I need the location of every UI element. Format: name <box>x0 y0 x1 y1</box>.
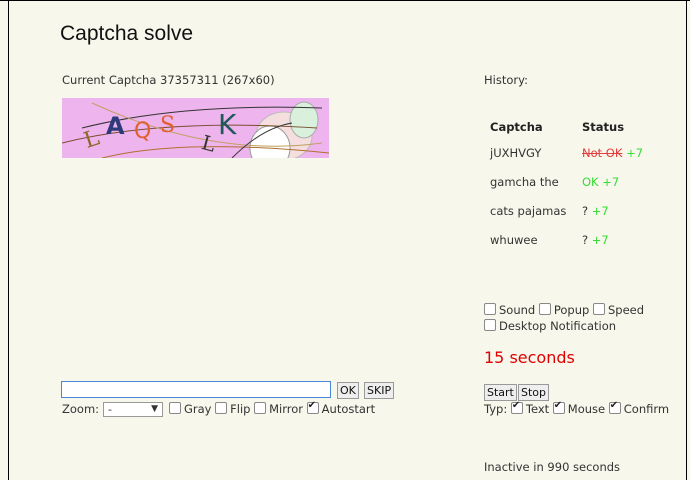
sound-label: Sound <box>499 303 536 317</box>
history-captcha: gamcha the <box>490 174 559 189</box>
speed-label: Speed <box>607 303 645 317</box>
history-status: ? +7 <box>582 232 609 247</box>
table-row: gamcha the OK +7 <box>484 167 643 196</box>
table-row: whuwee ? +7 <box>484 225 643 254</box>
history-table: Captcha Status jUXHVGY Not OK +7 gamcha … <box>484 116 643 254</box>
flip-label: Flip <box>230 402 251 416</box>
history-label: History: <box>484 73 528 87</box>
table-row: jUXHVGY Not OK +7 <box>484 138 643 167</box>
desktop-notification-label: Desktop Notification <box>499 319 617 333</box>
table-row: cats pajamas ? +7 <box>484 196 643 225</box>
svg-text:S: S <box>160 113 175 138</box>
history-captcha: whuwee <box>490 232 538 247</box>
notification-options: Sound Popup Speed <box>484 303 644 317</box>
inactive-status: Inactive in 990 seconds <box>484 460 621 474</box>
page-title: Captcha solve <box>60 22 194 45</box>
skip-button[interactable]: SKIP <box>364 382 395 399</box>
zoom-select[interactable]: - ▼ <box>103 402 163 417</box>
start-button[interactable]: Start <box>484 384 517 401</box>
sound-checkbox[interactable] <box>484 303 496 315</box>
svg-text:K: K <box>218 108 237 141</box>
history-status: ? +7 <box>582 203 609 218</box>
desktop-notification-option: Desktop Notification <box>484 319 616 333</box>
confirm-label: Confirm <box>623 402 670 416</box>
zoom-value: - <box>108 403 112 416</box>
stop-button[interactable]: Stop <box>518 384 550 401</box>
history-status: OK +7 <box>582 174 620 189</box>
speed-checkbox[interactable] <box>592 303 605 315</box>
gray-label: Gray <box>184 402 212 416</box>
frame-top-border <box>0 0 690 1</box>
svg-text:A: A <box>106 112 125 140</box>
column-header: Captcha <box>490 120 543 134</box>
text-checkbox[interactable] <box>510 400 523 414</box>
current-captcha-label: Current Captcha 37357311 (267x60) <box>62 73 275 87</box>
mirror-checkbox[interactable] <box>254 402 267 414</box>
captcha-image: L A Q S L K <box>62 98 329 158</box>
typ-options: Typ: Text Mouse Confirm <box>484 400 670 416</box>
confirm-checkbox[interactable] <box>608 400 621 414</box>
history-status: Not OK +7 <box>582 145 644 160</box>
frame-right-border <box>686 0 687 480</box>
flip-checkbox[interactable] <box>215 402 228 414</box>
mouse-checkbox[interactable] <box>552 400 565 414</box>
popup-checkbox[interactable] <box>538 303 551 315</box>
dropdown-arrow-icon: ▼ <box>151 404 158 414</box>
ok-button[interactable]: OK <box>337 382 359 399</box>
desktop-notification-checkbox[interactable] <box>484 319 496 331</box>
history-captcha: cats pajamas <box>490 203 567 218</box>
popup-label: Popup <box>553 303 590 317</box>
gray-checkbox[interactable] <box>169 402 181 414</box>
mouse-label: Mouse <box>567 402 606 416</box>
countdown-timer: 15 seconds <box>484 348 575 367</box>
view-options: Gray Flip Mirror Autostart <box>169 400 376 416</box>
svg-text:Q: Q <box>134 119 151 144</box>
frame-left-border <box>8 0 9 480</box>
text-label: Text <box>525 402 550 416</box>
autostart-checkbox[interactable] <box>306 400 319 414</box>
column-header: Status <box>582 120 625 134</box>
zoom-label: Zoom: <box>62 402 100 416</box>
autostart-label: Autostart <box>321 402 376 416</box>
mirror-label: Mirror <box>269 402 304 416</box>
typ-label: Typ: <box>484 402 508 416</box>
history-captcha: jUXHVGY <box>490 145 542 160</box>
captcha-answer-input[interactable] <box>61 381 331 398</box>
